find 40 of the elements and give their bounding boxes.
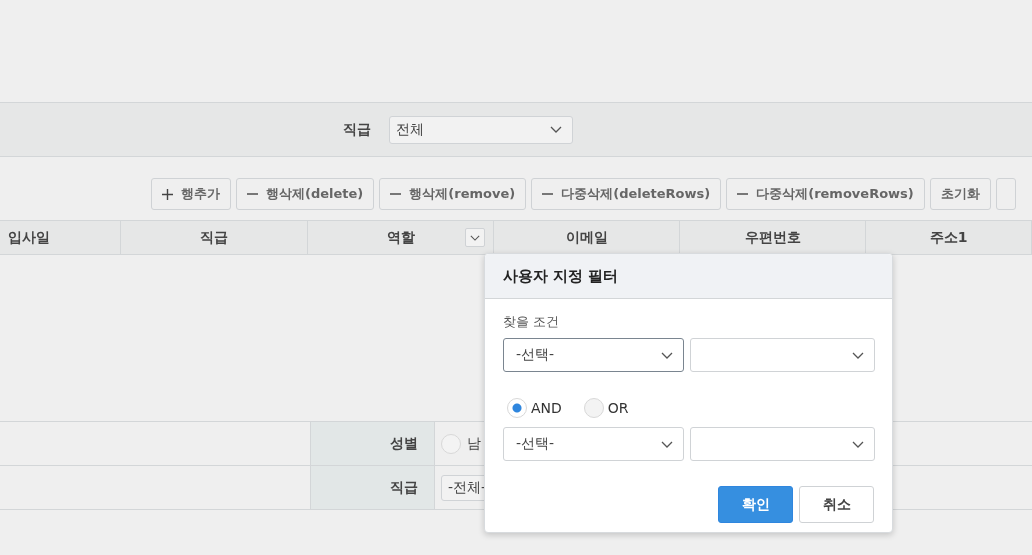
caret-icon bbox=[852, 440, 864, 448]
toolbar-button[interactable]: 행삭제(delete) bbox=[236, 178, 375, 210]
form-label: 성별 bbox=[390, 434, 418, 453]
value-select[interactable] bbox=[690, 427, 875, 461]
column-header: 주소1 bbox=[929, 228, 968, 247]
column-header: 직급 bbox=[200, 228, 228, 247]
popup-title: 사용자 지정 필터 bbox=[503, 266, 619, 286]
column-header: 우편번호 bbox=[744, 228, 801, 247]
radio-button[interactable] bbox=[441, 433, 461, 454]
toolbar-button[interactable] bbox=[995, 178, 1016, 210]
minus-icon bbox=[542, 193, 554, 195]
minus-icon bbox=[247, 193, 258, 195]
plus-icon bbox=[162, 188, 173, 200]
column-header: 역할 bbox=[386, 228, 415, 247]
caret-icon bbox=[470, 234, 480, 241]
column-header: 이메일 bbox=[565, 228, 608, 247]
toolbar-button[interactable]: 행삭제(remove) bbox=[379, 178, 527, 210]
caret-icon bbox=[661, 351, 673, 359]
form-label: 직급 bbox=[390, 478, 418, 497]
logic-option[interactable]: OR bbox=[583, 398, 629, 418]
grade-select[interactable]: 전체 bbox=[389, 115, 573, 144]
toolbar-button[interactable]: 다중삭제(removeRows) bbox=[726, 178, 925, 210]
cancel-button[interactable]: 취소 bbox=[799, 486, 874, 523]
caret-icon bbox=[852, 351, 864, 359]
value-select[interactable] bbox=[690, 338, 875, 372]
column-header: 입사일 bbox=[8, 228, 50, 247]
toolbar-button[interactable]: 행추가 bbox=[151, 178, 231, 210]
radio-label: 남 bbox=[467, 434, 481, 453]
condition-label: 찾을 조건 bbox=[503, 313, 561, 331]
logic-option[interactable]: AND bbox=[507, 398, 562, 418]
field-label: 직급 bbox=[343, 120, 371, 139]
filter-button[interactable] bbox=[465, 228, 485, 247]
operator-select[interactable]: -선택- bbox=[503, 338, 684, 372]
minus-icon bbox=[737, 193, 749, 195]
toolbar-button[interactable]: 초기화 bbox=[929, 178, 991, 210]
operator-select[interactable]: -선택- bbox=[503, 427, 684, 461]
toolbar-button[interactable]: 다중삭제(deleteRows) bbox=[531, 178, 722, 210]
minus-icon bbox=[390, 193, 402, 195]
caret-icon bbox=[550, 126, 562, 133]
caret-icon bbox=[661, 440, 673, 448]
